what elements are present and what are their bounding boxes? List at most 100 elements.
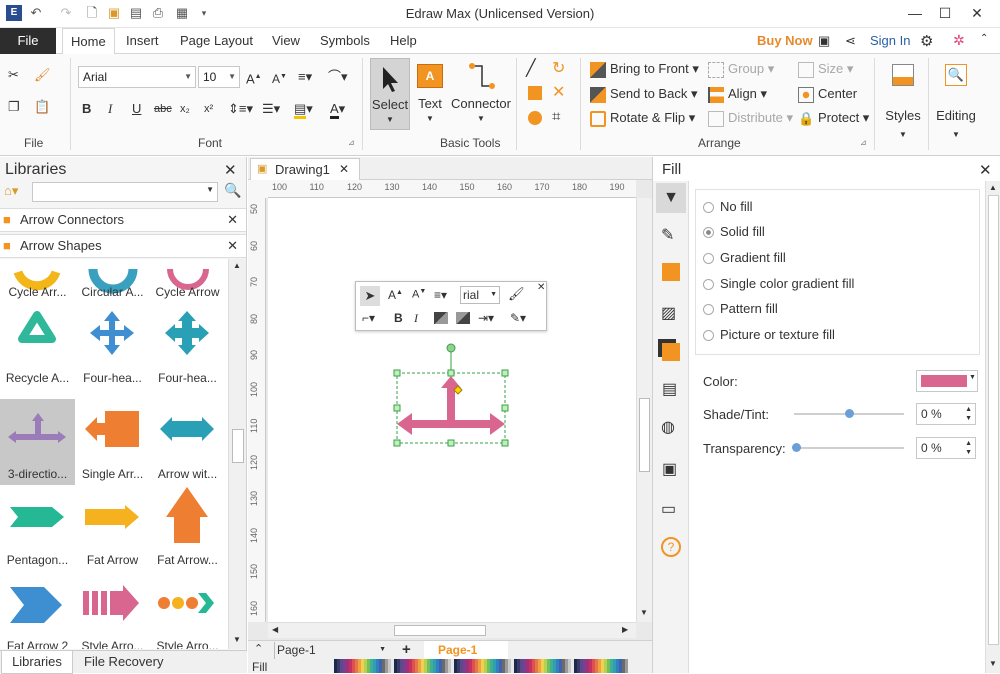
font-color-icon[interactable]: A▾ xyxy=(330,100,345,119)
shrink-font-icon[interactable]: A▼ xyxy=(272,68,287,88)
close-icon[interactable]: ✕ xyxy=(537,282,545,293)
radio-gradient-fill[interactable]: Gradient fill xyxy=(703,250,786,266)
line-spacing-icon[interactable]: ⇕≡▾ xyxy=(228,100,253,118)
highlight-color-icon[interactable]: ▤▾ xyxy=(294,100,313,119)
shade-tint-slider-knob[interactable] xyxy=(845,409,854,418)
close-icon[interactable]: ✕ xyxy=(339,162,349,176)
color-picker[interactable]: ▼ xyxy=(916,370,978,392)
close-button[interactable]: ✕ xyxy=(962,2,992,24)
add-page-icon[interactable]: + xyxy=(402,641,411,658)
radio-single-color-gradient-fill[interactable]: Single color gradient fill xyxy=(703,276,854,292)
buy-now-link[interactable]: Buy Now xyxy=(757,28,813,54)
line-pen-icon[interactable]: ✎ xyxy=(661,225,674,245)
tab-symbols[interactable]: Symbols xyxy=(312,28,378,54)
shape-item[interactable]: Four-hea... xyxy=(75,303,150,389)
italic-icon[interactable]: I xyxy=(108,100,112,118)
close-icon[interactable]: ✕ xyxy=(224,161,237,179)
grow-font-icon[interactable]: A▲ xyxy=(246,68,262,88)
send-to-back-button[interactable]: Send to Back ▾ xyxy=(590,85,697,103)
crop-tool-icon[interactable]: ⌗ xyxy=(552,108,560,126)
shape-item[interactable]: Four-hea... xyxy=(150,303,225,389)
protect-button[interactable]: 🔒 Protect ▾ xyxy=(798,109,869,127)
scroll-up-icon[interactable]: ▲ xyxy=(233,261,241,270)
text-align-icon[interactable]: ≡▾ xyxy=(298,68,312,86)
radio-no-fill[interactable]: No fill xyxy=(703,199,753,215)
scroll-down-icon[interactable]: ▼ xyxy=(989,659,997,668)
home-icon[interactable]: ⌂▾ xyxy=(4,183,18,199)
arrange-dialog-launcher-icon[interactable]: ⊿ xyxy=(860,138,867,147)
shape-item[interactable]: Arrow wit... xyxy=(150,399,225,485)
shape-item-selected[interactable]: 3-directio... xyxy=(0,399,75,485)
shape-item[interactable]: Cycle Arrow xyxy=(150,259,225,303)
text-align-icon[interactable]: ≡▾ xyxy=(434,288,447,302)
page-icon[interactable]: ▤ xyxy=(662,379,677,399)
shape-item[interactable]: Circular A... xyxy=(75,259,150,303)
tab-home[interactable]: Home xyxy=(62,28,115,55)
line-color-icon[interactable]: ✎▾ xyxy=(510,311,526,325)
shape-item[interactable]: Fat Arrow 2 xyxy=(0,571,75,649)
font-size-select[interactable]: 10 ▼ xyxy=(198,66,240,88)
shape-item[interactable]: Style Arro... xyxy=(75,571,150,649)
shrink-font-icon[interactable]: A▼ xyxy=(412,288,426,301)
document-icon[interactable]: ▣ xyxy=(662,459,677,479)
group-button[interactable]: Group ▾ xyxy=(708,60,774,78)
radio-picture-texture-fill[interactable]: Picture or texture fill xyxy=(703,327,835,343)
search-icon[interactable]: 🔍 xyxy=(224,182,241,199)
cut-icon[interactable]: ✂ xyxy=(8,66,19,84)
paste-icon[interactable]: 📋 xyxy=(34,98,50,116)
font-name-select[interactable]: Arial ▼ xyxy=(78,66,196,88)
radio-solid-fill[interactable]: Solid fill xyxy=(703,224,765,240)
spacing-icon[interactable]: ⇥▾ xyxy=(478,311,494,325)
connector-tool-button[interactable]: Connector ▼ xyxy=(450,58,512,130)
tab-view[interactable]: View xyxy=(264,28,308,54)
scrollbar-thumb[interactable] xyxy=(988,195,999,645)
size-button[interactable]: Size ▾ xyxy=(798,60,853,78)
canvas-vertical-scrollbar[interactable]: ▼ xyxy=(636,198,652,622)
library-scrollbar[interactable]: ▲ ▼ xyxy=(228,259,246,649)
align-button[interactable]: Align ▾ xyxy=(708,85,767,103)
shape-item[interactable]: Single Arr... xyxy=(75,399,150,485)
sign-in-link[interactable]: Sign In xyxy=(870,28,910,54)
connector-style-icon[interactable]: ⌐▾ xyxy=(362,311,375,325)
image-icon[interactable]: ▨ xyxy=(661,303,676,323)
crosshair-tool-icon[interactable]: ✕ xyxy=(552,84,565,102)
canvas-horizontal-scrollbar[interactable]: ◀ ▶ xyxy=(268,622,636,638)
scroll-down-icon[interactable]: ▼ xyxy=(640,608,648,617)
close-icon[interactable]: ✕ xyxy=(979,161,992,179)
transparency-slider[interactable] xyxy=(794,447,904,449)
italic-icon[interactable]: I xyxy=(414,311,418,326)
bring-to-front-button[interactable]: Bring to Front ▾ xyxy=(590,60,699,78)
tab-insert[interactable]: Insert xyxy=(118,28,167,54)
distribute-button[interactable]: Distribute ▾ xyxy=(708,109,793,127)
shape-item[interactable]: Pentagon... xyxy=(0,485,75,571)
center-button[interactable]: Center xyxy=(798,85,857,103)
help-icon[interactable]: ? xyxy=(661,537,681,557)
arc-tool-icon[interactable]: ↻ xyxy=(552,60,565,78)
tab-libraries[interactable]: Libraries xyxy=(1,651,73,674)
scroll-up-icon[interactable]: ▲ xyxy=(989,183,997,192)
transparency-slider-knob[interactable] xyxy=(792,443,801,452)
grow-font-icon[interactable]: A▲ xyxy=(388,288,403,302)
scrollbar-thumb[interactable] xyxy=(639,398,650,472)
panel-scrollbar[interactable]: ▲ ▼ xyxy=(985,181,1000,673)
bold-icon[interactable]: B xyxy=(394,311,403,325)
collapse-icon[interactable]: ⌃ xyxy=(254,642,263,655)
tab-page-layout[interactable]: Page Layout xyxy=(172,28,261,54)
font-dialog-launcher-icon[interactable]: ⊿ xyxy=(348,138,355,147)
tab-file-recovery[interactable]: File Recovery xyxy=(84,651,163,674)
comment-icon[interactable]: ▭ xyxy=(661,499,676,519)
rotation-handle[interactable] xyxy=(446,343,456,353)
format-painter-icon[interactable]: 🖌 xyxy=(34,66,51,84)
library-search-input[interactable]: ▼ xyxy=(32,182,218,202)
cart-icon[interactable]: ▣ xyxy=(818,33,830,49)
collapse-ribbon-icon[interactable]: ⌃ xyxy=(980,33,988,44)
globe-icon[interactable]: ◍ xyxy=(661,417,675,437)
line-tool-icon[interactable]: ╱ xyxy=(526,60,536,78)
scroll-down-icon[interactable]: ▼ xyxy=(233,635,241,644)
theme-icon[interactable]: ✲ xyxy=(953,32,965,49)
tab-drawing1[interactable]: ▣ Drawing1 ✕ xyxy=(250,158,360,180)
shape-item[interactable]: Cycle Arr... xyxy=(0,259,75,303)
maximize-button[interactable]: ☐ xyxy=(930,2,960,24)
three-direction-arrow-shape[interactable] xyxy=(397,376,505,435)
close-icon[interactable]: ✕ xyxy=(227,209,238,231)
